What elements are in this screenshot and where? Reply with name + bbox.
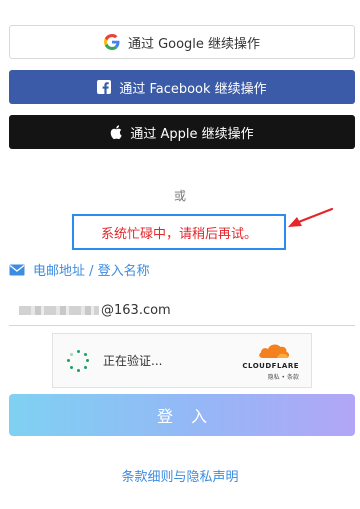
facebook-icon (97, 80, 112, 94)
facebook-login-button[interactable]: 通过 Facebook 继续操作 (9, 70, 355, 104)
cloudflare-privacy-terms-link[interactable]: 隐私 • 条款 (268, 372, 299, 381)
loading-spinner-icon (67, 349, 89, 372)
email-field[interactable]: @163.com (9, 296, 355, 326)
envelope-icon (9, 264, 25, 276)
google-icon (103, 34, 120, 50)
google-login-label: 通过 Google 继续操作 (127, 36, 261, 52)
email-label-text: 电邮地址 / 登入名称 (33, 264, 150, 279)
apple-icon (110, 125, 122, 139)
captcha-status-text: 正在验证... (103, 354, 163, 368)
email-label: 电邮地址 / 登入名称 (9, 260, 150, 279)
red-arrow-annotation (288, 207, 334, 227)
captcha-widget[interactable]: 正在验证... CLOUDFLARE 隐私 • 条款 (52, 333, 312, 388)
apple-login-label: 通过 Apple 继续操作 (130, 126, 254, 142)
or-divider: 或 (173, 189, 186, 203)
login-button[interactable]: 登入 (9, 394, 355, 436)
cloudflare-logo-text: CLOUDFLARE (242, 362, 299, 370)
facebook-login-label: 通过 Facebook 继续操作 (119, 81, 267, 97)
email-mask (19, 306, 99, 315)
cloudflare-branding: CLOUDFLARE 隐私 • 条款 (231, 342, 299, 382)
error-message-text: 系统忙碌中，请稍后再试。 (100, 226, 257, 242)
google-login-button[interactable]: 通过 Google 继续操作 (9, 25, 355, 59)
error-message-box: 系统忙碌中，请稍后再试。 (72, 214, 286, 250)
cloudflare-cloud-icon (259, 344, 290, 358)
email-value-suffix: @163.com (101, 303, 171, 318)
apple-login-button[interactable]: 通过 Apple 继续操作 (9, 115, 355, 149)
terms-privacy-link[interactable]: 条款细则与隐私声明 (0, 466, 360, 485)
